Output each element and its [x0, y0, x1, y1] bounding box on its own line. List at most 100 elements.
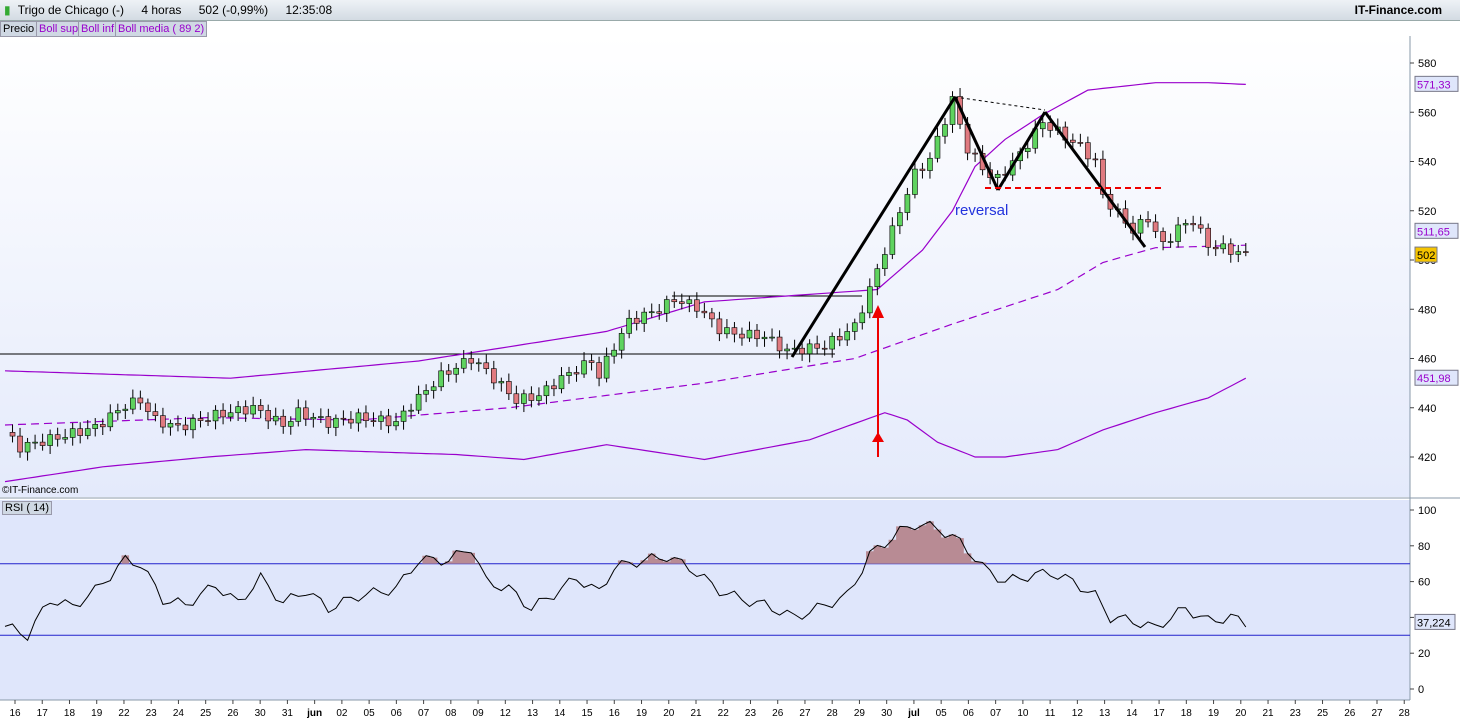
- legend-boll-sup[interactable]: Boll sup: [36, 21, 82, 37]
- candle-body: [1055, 126, 1061, 131]
- candle-body: [197, 418, 204, 421]
- trend-line: [996, 111, 1047, 191]
- candle-body: [47, 434, 53, 446]
- rsi-overbought-fill: [121, 521, 987, 564]
- candle-body: [385, 415, 392, 427]
- candle-body: [897, 212, 903, 227]
- x-tick-label: 18: [64, 708, 76, 719]
- candle-body: [573, 372, 580, 375]
- candle-body: [1085, 142, 1091, 160]
- candle-body: [641, 311, 648, 324]
- unused: [253, 95, 1214, 356]
- x-tick-label: 22: [118, 708, 130, 719]
- period[interactable]: 4 horas: [141, 3, 181, 17]
- x-tick-label: 28: [1399, 708, 1411, 719]
- candle-body: [1190, 223, 1196, 226]
- candle-body: [1175, 224, 1181, 242]
- candle-body: [1235, 251, 1242, 255]
- candle-body: [302, 407, 309, 420]
- candle-body: [678, 301, 685, 304]
- candle-body: [784, 348, 790, 352]
- candle-body: [498, 381, 505, 384]
- arrow-up-icon: [872, 305, 884, 318]
- x-tick-label: 05: [364, 708, 376, 719]
- candle-body: [325, 416, 332, 428]
- x-tick-label: 30: [255, 708, 267, 719]
- candle-body: [701, 310, 708, 314]
- candle-body: [1205, 227, 1211, 248]
- candle-body: [551, 385, 557, 390]
- candle-body: [806, 343, 813, 355]
- candle-body: [694, 299, 700, 312]
- y-tick-label: 520: [1418, 206, 1436, 218]
- x-tick-label: 05: [936, 708, 948, 719]
- candle-body: [874, 268, 881, 288]
- x-tick-label: 12: [500, 708, 512, 719]
- candle-body: [220, 409, 226, 418]
- x-tick-label: 20: [1235, 708, 1247, 719]
- trend-line: [953, 96, 1000, 191]
- candle-body: [348, 418, 354, 424]
- x-tick-label: 25: [1317, 708, 1329, 719]
- boll-sup-line: [4, 82, 1246, 379]
- candle-body: [566, 372, 572, 376]
- candle-body: [370, 420, 377, 423]
- candle-body: [175, 423, 181, 426]
- candle-body: [145, 402, 151, 412]
- time: 12:35:08: [285, 3, 333, 17]
- x-tick-label: 19: [636, 708, 648, 719]
- candle-body: [611, 349, 617, 357]
- candle-body: [445, 370, 452, 375]
- candle-body: [799, 347, 805, 355]
- legend-boll-media[interactable]: Boll media ( 89 2): [115, 21, 208, 37]
- x-tick-label: 07: [990, 708, 1002, 719]
- candle-body: [167, 423, 174, 428]
- x-tick-label: 17: [1154, 708, 1166, 719]
- candle-body: [769, 336, 775, 339]
- candle-body: [866, 286, 873, 314]
- boll-media-line: [4, 244, 1246, 426]
- candle-body: [1107, 193, 1114, 210]
- candle-body: [430, 386, 437, 391]
- candle-body: [731, 327, 738, 335]
- x-tick-label: 25: [200, 708, 212, 719]
- candle-body: [648, 311, 655, 314]
- legend-precio[interactable]: Precio: [0, 21, 38, 37]
- candle-body: [287, 421, 294, 427]
- candle-body: [453, 367, 460, 375]
- rsi-label[interactable]: RSI ( 14): [2, 501, 53, 515]
- x-tick-label: 20: [663, 708, 675, 719]
- candle-body: [483, 362, 490, 369]
- candle-body: [603, 355, 610, 379]
- candle-body: [1032, 128, 1039, 149]
- candle-body: [115, 410, 121, 414]
- candle-body: [333, 417, 339, 428]
- legend-boll-inf[interactable]: Boll inf: [78, 21, 118, 37]
- candle-body: [84, 428, 91, 436]
- candle-body: [1182, 223, 1189, 226]
- x-tick-label: 24: [173, 708, 185, 719]
- candle-body: [851, 322, 858, 332]
- candle-body: [415, 393, 422, 411]
- x-tick-label: 14: [1126, 708, 1138, 719]
- boll-inf-line: [4, 377, 1247, 483]
- price-tag-boll_media: 511,65: [1417, 226, 1450, 238]
- candle-body: [1070, 139, 1076, 143]
- price-tag-last: 502: [1417, 250, 1435, 262]
- candle-body: [130, 397, 136, 410]
- rsi-tick-label: 0: [1418, 684, 1424, 696]
- trend-line: [790, 96, 957, 358]
- x-tick-label: 08: [445, 708, 457, 719]
- candle-body: [1145, 219, 1151, 223]
- x-tick-label: 13: [527, 708, 539, 719]
- candle-body: [54, 434, 61, 440]
- rsi-value-box: [1414, 613, 1456, 630]
- y-tick-label: 480: [1418, 304, 1436, 316]
- x-tick-label: 07: [418, 708, 430, 719]
- candle-body: [77, 428, 83, 436]
- trend-line: [1043, 111, 1147, 248]
- y-tick-label: 420: [1418, 452, 1436, 464]
- rsi-tick-label: 80: [1418, 541, 1430, 553]
- x-tick-label: 12: [1072, 708, 1084, 719]
- candle-body: [1002, 173, 1008, 176]
